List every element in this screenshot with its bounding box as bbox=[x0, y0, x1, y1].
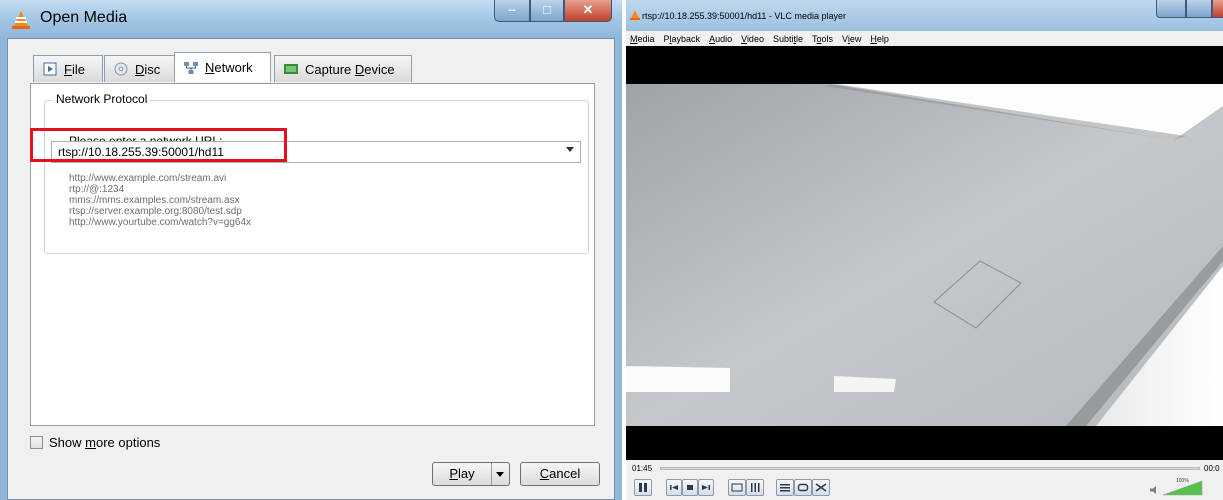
shuffle-button[interactable] bbox=[812, 479, 830, 496]
video-frame-ceiling bbox=[626, 84, 1223, 426]
vlc-cone-icon bbox=[12, 11, 30, 29]
pause-button[interactable] bbox=[634, 479, 652, 496]
equalizer-icon bbox=[751, 483, 760, 492]
previous-icon bbox=[670, 485, 678, 490]
minimize-button[interactable]: – bbox=[494, 0, 530, 22]
capture-device-icon bbox=[284, 64, 298, 74]
playlist-icon bbox=[780, 484, 790, 492]
vlc-menubar: Media Playback Audio Video Subtitle Tool… bbox=[626, 31, 1223, 46]
vlc-titlebar[interactable]: rtsp://10.18.255.39:50001/hd11 - VLC med… bbox=[626, 0, 1223, 31]
menu-subtitle[interactable]: Subtitle bbox=[773, 34, 803, 44]
seek-slider[interactable] bbox=[660, 467, 1200, 470]
show-more-options-checkbox[interactable]: Show more options bbox=[30, 435, 160, 450]
elapsed-time: 01:45 bbox=[632, 464, 653, 473]
tab-capture-device[interactable]: Capture Device bbox=[274, 55, 412, 82]
tab-file-label: File bbox=[64, 61, 85, 77]
menu-media[interactable]: Media bbox=[630, 34, 655, 44]
seek-bar-row: 01:45 00:0 bbox=[626, 460, 1223, 476]
network-icon bbox=[184, 61, 198, 74]
loop-icon bbox=[797, 483, 809, 492]
url-example: http://www.yourtube.com/watch?v=gg64x bbox=[69, 217, 252, 228]
fullscreen-icon bbox=[731, 483, 743, 492]
disc-icon bbox=[114, 62, 128, 76]
dialog-title: Open Media bbox=[40, 9, 128, 26]
vlc-window-title: rtsp://10.18.255.39:50001/hd11 - VLC med… bbox=[642, 11, 846, 21]
show-more-options-label: Show more options bbox=[49, 435, 161, 450]
menu-help[interactable]: Help bbox=[870, 34, 889, 44]
vlc-minimize-button[interactable] bbox=[1156, 0, 1186, 18]
stop-icon bbox=[687, 485, 693, 490]
play-button[interactable]: Play bbox=[432, 462, 510, 486]
next-button[interactable] bbox=[698, 479, 714, 496]
play-dropdown-arrow-icon[interactable] bbox=[491, 463, 509, 485]
maximize-button[interactable]: □ bbox=[530, 0, 564, 22]
tab-network-label: Network bbox=[205, 60, 253, 75]
close-icon: ✕ bbox=[582, 2, 594, 17]
dialog-titlebar[interactable]: Open Media – □ ✕ bbox=[0, 0, 622, 38]
menu-audio[interactable]: Audio bbox=[709, 34, 732, 44]
open-media-dialog: Open Media – □ ✕ File Disc Network Captu… bbox=[0, 0, 622, 500]
menu-playback[interactable]: Playback bbox=[664, 34, 701, 44]
volume-slider[interactable] bbox=[1163, 480, 1203, 496]
maximize-icon: □ bbox=[543, 2, 551, 17]
url-example: http://www.example.com/stream.avi bbox=[69, 173, 227, 184]
playlist-button[interactable] bbox=[776, 479, 794, 496]
tab-file[interactable]: File bbox=[33, 55, 103, 82]
shuffle-icon bbox=[815, 483, 827, 492]
file-icon bbox=[43, 62, 57, 76]
extended-settings-button[interactable] bbox=[746, 479, 764, 496]
menu-view[interactable]: View bbox=[842, 34, 861, 44]
vlc-cone-icon bbox=[630, 10, 640, 20]
vlc-maximize-button[interactable] bbox=[1186, 0, 1212, 18]
loop-button[interactable] bbox=[794, 479, 812, 496]
url-highlight-box bbox=[30, 128, 287, 162]
tab-capture-label: Capture Device bbox=[305, 61, 395, 77]
fullscreen-button[interactable] bbox=[728, 479, 746, 496]
play-button-label: Play bbox=[449, 466, 475, 481]
next-icon bbox=[702, 485, 710, 490]
menu-tools[interactable]: Tools bbox=[812, 34, 833, 44]
cancel-button-label: Cancel bbox=[539, 466, 581, 481]
tab-disc-label: Disc bbox=[135, 61, 161, 77]
url-example: rtp://@:1234 bbox=[69, 184, 125, 195]
url-example: rtsp://server.example.org:8080/test.sdp bbox=[69, 206, 242, 217]
checkbox-icon[interactable] bbox=[30, 436, 43, 449]
video-display[interactable] bbox=[626, 46, 1223, 460]
group-title: Network Protocol bbox=[53, 92, 151, 106]
tab-network[interactable]: Network bbox=[174, 52, 271, 82]
cancel-button[interactable]: Cancel bbox=[520, 462, 600, 486]
speaker-icon[interactable] bbox=[1149, 485, 1159, 495]
playback-controls: 100% bbox=[626, 476, 1223, 500]
total-time: 00:0 bbox=[1204, 464, 1220, 473]
url-examples-list: http://www.example.com/stream.avi rtp://… bbox=[69, 173, 251, 228]
menu-video[interactable]: Video bbox=[741, 34, 764, 44]
minimize-icon: – bbox=[508, 2, 516, 17]
url-example: mms://mms.examples.com/stream.asx bbox=[69, 195, 240, 206]
close-button[interactable]: ✕ bbox=[564, 0, 612, 22]
vlc-player-window: rtsp://10.18.255.39:50001/hd11 - VLC med… bbox=[626, 0, 1223, 500]
previous-button[interactable] bbox=[666, 479, 682, 496]
stop-button[interactable] bbox=[682, 479, 698, 496]
vlc-close-button[interactable] bbox=[1212, 0, 1223, 18]
pause-icon bbox=[639, 483, 647, 492]
chevron-down-icon[interactable] bbox=[566, 147, 574, 152]
